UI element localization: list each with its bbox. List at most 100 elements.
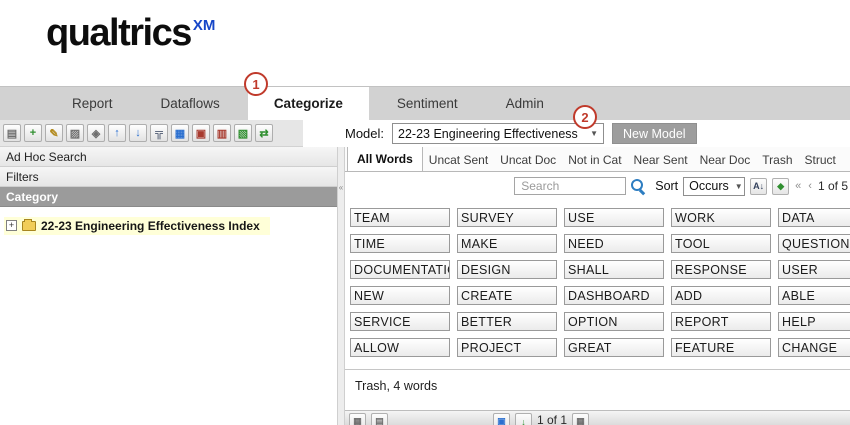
word-tabs: All Words Uncat Sent Uncat Doc Not in Ca… xyxy=(345,147,850,172)
tab-near-doc[interactable]: Near Doc xyxy=(694,149,757,171)
word-item[interactable]: CREATE xyxy=(457,286,557,305)
model-select[interactable]: 22-23 Engineering Effectiveness ▼ xyxy=(392,123,604,144)
tag-icon[interactable]: ◈ xyxy=(87,124,105,142)
hierarchy-icon[interactable]: ╦ xyxy=(150,124,168,142)
model-label: Model: xyxy=(345,126,384,141)
word-item[interactable]: REPORT xyxy=(671,312,771,331)
word-item[interactable]: ALLOW xyxy=(350,338,450,357)
move-up-icon[interactable]: ↑ xyxy=(108,124,126,142)
word-item[interactable]: NEED xyxy=(564,234,664,253)
nav-tab-categorize[interactable]: Categorize xyxy=(248,87,369,120)
tab-not-in-cat[interactable]: Not in Cat xyxy=(562,149,627,171)
word-item[interactable]: DATA xyxy=(778,208,850,227)
tab-uncat-sent[interactable]: Uncat Sent xyxy=(423,149,494,171)
word-item[interactable]: QUESTION xyxy=(778,234,850,253)
expand-icon[interactable]: + xyxy=(6,220,17,231)
list-view-icon[interactable]: ▤ xyxy=(371,413,388,425)
nav-tab-sentiment[interactable]: Sentiment xyxy=(377,87,478,120)
briefcase-icon[interactable]: ▣ xyxy=(192,124,210,142)
trash-icon[interactable]: ▣ xyxy=(493,413,510,425)
grid-view-icon[interactable]: ▦ xyxy=(349,413,366,425)
word-item[interactable]: OPTION xyxy=(564,312,664,331)
report-icon[interactable]: ▧ xyxy=(234,124,252,142)
word-item[interactable]: USE xyxy=(564,208,664,227)
search-icon[interactable] xyxy=(631,179,646,194)
qualtrics-logo: qualtricsXM xyxy=(46,12,215,55)
tab-trash[interactable]: Trash xyxy=(756,149,798,171)
nav-tab-admin[interactable]: Admin xyxy=(486,87,564,120)
bottom-toolbar: ▦ ▤ ▣ ↓ 1 of 1 ▦ xyxy=(345,410,850,425)
pdf-icon[interactable]: ▥ xyxy=(213,124,231,142)
word-item[interactable]: DASHBOARD xyxy=(564,286,664,305)
chevron-down-icon: ▼ xyxy=(735,182,743,191)
search-input[interactable] xyxy=(514,177,626,195)
sort-select-value: Occurs xyxy=(689,179,729,193)
add-icon[interactable]: + xyxy=(24,124,42,142)
tab-struct[interactable]: Struct xyxy=(799,149,842,171)
first-page-icon[interactable]: « xyxy=(794,180,802,192)
main-panel: All Words Uncat Sent Uncat Doc Not in Ca… xyxy=(345,147,850,425)
tab-all-words[interactable]: All Words xyxy=(347,147,423,172)
sort-az-icon[interactable]: A↓ xyxy=(750,178,767,195)
word-item[interactable]: BETTER xyxy=(457,312,557,331)
left-toolbar: ▤ + ✎ ▨ ◈ ↑ ↓ ╦ ▦ ▣ ▥ ▧ ⇄ xyxy=(0,120,303,147)
status-text: Trash, 4 words xyxy=(355,379,437,393)
word-item[interactable]: HELP xyxy=(778,312,850,331)
adhoc-search-section[interactable]: Ad Hoc Search xyxy=(0,147,337,167)
adhoc-search-label: Ad Hoc Search xyxy=(6,150,87,164)
nav-tab-dataflows[interactable]: Dataflows xyxy=(141,87,240,120)
word-item[interactable]: RESPONSE xyxy=(671,260,771,279)
settings-icon[interactable]: ▦ xyxy=(572,413,589,425)
word-item[interactable]: SHALL xyxy=(564,260,664,279)
word-item[interactable]: GREAT xyxy=(564,338,664,357)
save-icon[interactable]: ▤ xyxy=(3,124,21,142)
category-tree-item[interactable]: + 22-23 Engineering Effectiveness Index xyxy=(4,217,270,235)
expand-all-icon[interactable]: ◆ xyxy=(772,178,789,195)
bottom-page-indicator: 1 of 1 xyxy=(537,413,567,425)
tab-near-sent[interactable]: Near Sent xyxy=(628,149,694,171)
word-item[interactable]: DESIGN xyxy=(457,260,557,279)
collapse-pane-icon[interactable]: « xyxy=(338,183,344,192)
download-icon[interactable]: ↓ xyxy=(515,413,532,425)
image-icon[interactable]: ▨ xyxy=(66,124,84,142)
word-item[interactable]: TIME xyxy=(350,234,450,253)
word-item[interactable]: NEW xyxy=(350,286,450,305)
refresh-icon[interactable]: ⇄ xyxy=(255,124,273,142)
filters-label: Filters xyxy=(6,170,39,184)
tab-uncat-doc[interactable]: Uncat Doc xyxy=(494,149,562,171)
pane-splitter[interactable]: « xyxy=(337,147,345,425)
word-item[interactable]: WORK xyxy=(671,208,771,227)
word-item[interactable]: TOOL xyxy=(671,234,771,253)
annotation-circle-2: 2 xyxy=(573,105,597,129)
sort-label: Sort xyxy=(655,179,678,193)
annotation-circle-1: 1 xyxy=(244,72,268,96)
compose-icon[interactable]: ✎ xyxy=(45,124,63,142)
status-area: Trash, 4 words xyxy=(345,369,850,402)
word-item[interactable]: USER xyxy=(778,260,850,279)
word-item[interactable]: PROJECT xyxy=(457,338,557,357)
word-item[interactable]: DOCUMENTATION xyxy=(350,260,450,279)
model-select-value: 22-23 Engineering Effectiveness xyxy=(398,127,578,141)
page-indicator: 1 of 5 xyxy=(818,179,848,193)
word-grid: TEAM SURVEY USE WORK DATA TIME MAKE NEED… xyxy=(350,208,850,357)
word-item[interactable]: CHANGE xyxy=(778,338,850,357)
word-item[interactable]: ADD xyxy=(671,286,771,305)
folder-icon xyxy=(22,221,36,231)
word-item[interactable]: ABLE xyxy=(778,286,850,305)
word-item[interactable]: SURVEY xyxy=(457,208,557,227)
word-item[interactable]: MAKE xyxy=(457,234,557,253)
word-item[interactable]: TEAM xyxy=(350,208,450,227)
move-down-icon[interactable]: ↓ xyxy=(129,124,147,142)
table-icon[interactable]: ▦ xyxy=(171,124,189,142)
new-model-button[interactable]: New Model xyxy=(612,123,697,144)
prev-page-icon[interactable]: ‹ xyxy=(807,180,813,192)
sort-select[interactable]: Occurs ▼ xyxy=(683,177,745,196)
main-nav: Report Dataflows Categorize Sentiment Ad… xyxy=(0,86,850,120)
category-tree: + 22-23 Engineering Effectiveness Index xyxy=(0,207,337,235)
nav-tab-report[interactable]: Report xyxy=(52,87,133,120)
word-item[interactable]: SERVICE xyxy=(350,312,450,331)
chevron-down-icon: ▼ xyxy=(590,129,598,138)
model-controls: Model: 22-23 Engineering Effectiveness ▼… xyxy=(345,120,697,147)
word-item[interactable]: FEATURE xyxy=(671,338,771,357)
filters-section[interactable]: Filters xyxy=(0,167,337,187)
